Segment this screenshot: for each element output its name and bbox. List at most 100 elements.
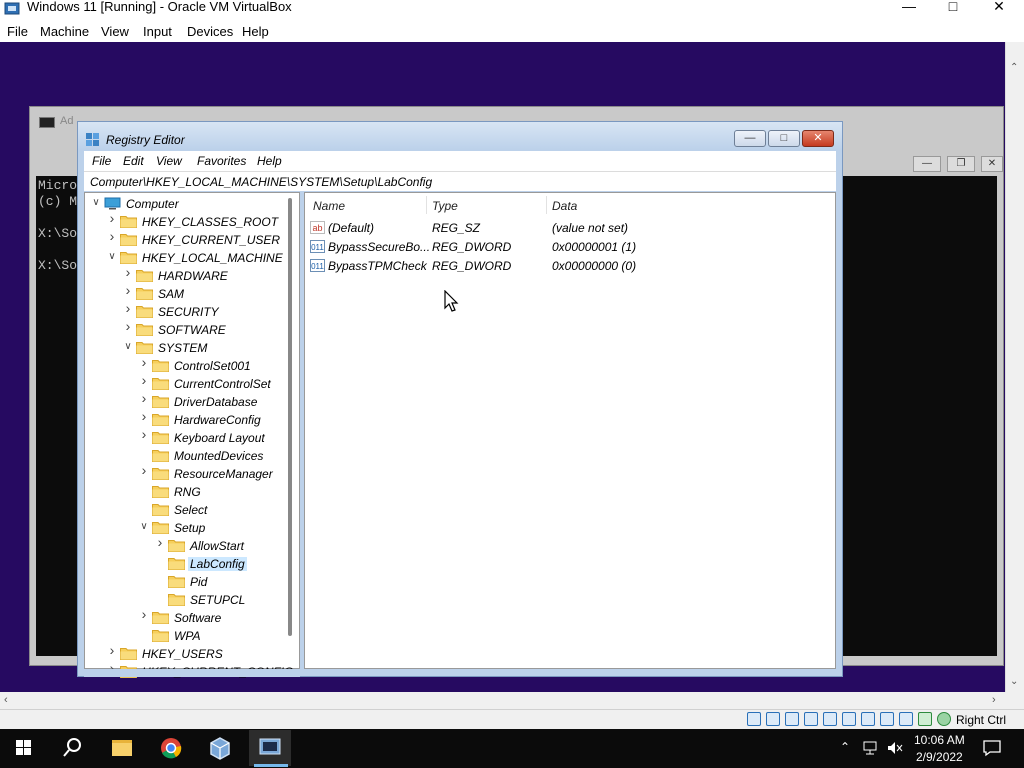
host-key-label: Right Ctrl (956, 713, 1007, 727)
chrome-icon[interactable] (150, 730, 192, 766)
menu-machine[interactable]: Machine (40, 24, 89, 39)
folder-icon (152, 377, 169, 390)
clock-date[interactable]: 2/9/2022 (916, 750, 963, 764)
tree-node-label: Software (174, 611, 222, 625)
network-adapter-icon[interactable] (804, 712, 818, 726)
tree-node[interactable]: ∨ HKEY_LOCAL_MACHINE (107, 249, 327, 267)
menu-help[interactable]: Help (242, 24, 269, 39)
chevron-right-icon[interactable]: › (123, 319, 133, 333)
volume-muted-icon[interactable] (886, 740, 904, 756)
regedit-maximize-button[interactable]: □ (768, 130, 800, 147)
tree-node-label: SYSTEM (158, 341, 208, 355)
menu-devices[interactable]: Devices (187, 24, 233, 39)
column-header-type[interactable]: Type (432, 199, 458, 213)
notification-icon[interactable] (982, 739, 1002, 757)
regedit-menu-help[interactable]: Help (257, 154, 282, 168)
search-icon[interactable] (51, 730, 93, 766)
chevron-down-icon[interactable]: ∨ (91, 198, 101, 208)
regedit-minimize-button[interactable]: — (734, 130, 766, 147)
display-icon[interactable] (861, 712, 875, 726)
chevron-right-icon[interactable]: › (107, 211, 117, 225)
chevron-right-icon[interactable]: › (139, 355, 149, 369)
tree-node-label: HARDWARE (158, 269, 228, 283)
tree-node-label: WPA (174, 629, 201, 643)
minimize-button[interactable]: — (897, 0, 921, 14)
audio-icon[interactable] (785, 712, 799, 726)
tree-node-label: SECURITY (158, 305, 219, 319)
console-maximize-button[interactable]: ❐ (947, 156, 975, 172)
column-divider[interactable] (426, 196, 427, 214)
value-row[interactable]: 011 BypassSecureBo... REG_DWORD 0x00000001 … (310, 238, 830, 256)
optical-drive-icon[interactable] (766, 712, 780, 726)
address-path: Computer\HKEY_LOCAL_MACHINE\SYSTEM\Setup… (90, 175, 433, 189)
clock-time[interactable]: 10:06 AM (914, 733, 965, 747)
menu-view[interactable]: View (101, 24, 129, 39)
console-minimize-button[interactable]: — (913, 156, 941, 172)
horizontal-scrollbar[interactable]: ‹ › (0, 692, 1005, 709)
chevron-right-icon[interactable]: › (139, 373, 149, 387)
value-row[interactable]: ab (Default) REG_SZ (value not set) (310, 219, 830, 237)
usb-icon[interactable] (823, 712, 837, 726)
menu-file[interactable]: File (7, 24, 28, 39)
column-divider[interactable] (546, 196, 547, 214)
chevron-right-icon[interactable]: › (123, 283, 133, 297)
regedit-close-button[interactable]: ✕ (802, 130, 834, 147)
vertical-scrollbar[interactable]: ⌃ ⌄ (1005, 42, 1024, 692)
registry-editor-menubar: File Edit View Favorites Help (84, 151, 836, 171)
value-row[interactable]: 011 BypassTPMCheck REG_DWORD 0x00000000 (0) (310, 257, 830, 275)
show-hidden-icons-icon[interactable]: ⌃ (840, 740, 850, 754)
column-header-data[interactable]: Data (552, 199, 577, 213)
regedit-menu-favorites[interactable]: Favorites (197, 154, 246, 168)
console-icon (39, 117, 55, 128)
shared-folders-icon[interactable] (842, 712, 856, 726)
regedit-menu-view[interactable]: View (156, 154, 182, 168)
address-bar[interactable]: Computer\HKEY_LOCAL_MACHINE\SYSTEM\Setup… (84, 171, 836, 191)
registry-editor-titlebar[interactable] (78, 122, 842, 150)
hard-disk-icon[interactable] (747, 712, 761, 726)
chevron-right-icon[interactable]: › (139, 463, 149, 477)
tree-node-label: HardwareConfig (174, 413, 261, 427)
tree-node[interactable]: › HKEY_USERS (107, 643, 327, 663)
scroll-down-icon[interactable]: ⌄ (1010, 676, 1018, 687)
mouse-integration-icon[interactable] (918, 712, 932, 726)
chevron-right-icon[interactable]: › (155, 535, 165, 549)
scroll-up-icon[interactable]: ⌃ (1010, 62, 1018, 73)
tree-node[interactable]: › HKEY_CLASSES_ROOT (107, 211, 327, 231)
running-vm-taskbar-icon[interactable] (249, 730, 291, 766)
chevron-right-icon[interactable]: › (123, 265, 133, 279)
chevron-down-icon[interactable]: ∨ (107, 252, 117, 262)
computer-icon (104, 197, 121, 210)
folder-icon (136, 341, 153, 354)
file-explorer-icon[interactable] (101, 730, 143, 766)
chevron-right-icon[interactable]: › (139, 427, 149, 441)
scroll-corner (1005, 692, 1024, 709)
network-icon[interactable] (862, 740, 880, 756)
scroll-right-icon[interactable]: › (992, 694, 996, 706)
chevron-right-icon[interactable]: › (139, 391, 149, 405)
tree-node[interactable]: ∨ Computer (91, 195, 311, 213)
regedit-menu-edit[interactable]: Edit (123, 154, 144, 168)
virtualbox-taskbar-icon[interactable] (199, 730, 241, 766)
tree-node[interactable]: › HKEY_CURRENT_USER (107, 229, 327, 249)
tree-scrollbar-thumb[interactable] (288, 198, 292, 636)
regedit-menu-file[interactable]: File (92, 154, 111, 168)
console-close-button[interactable]: ✕ (981, 156, 1003, 172)
chevron-down-icon[interactable]: ∨ (123, 342, 133, 352)
chevron-right-icon[interactable]: › (139, 409, 149, 423)
cpu-icon[interactable] (899, 712, 913, 726)
maximize-button[interactable]: □ (941, 0, 965, 14)
column-header-name[interactable]: Name (313, 199, 345, 213)
chevron-down-icon[interactable]: ∨ (139, 522, 149, 532)
close-button[interactable]: ✕ (987, 0, 1011, 14)
tree-node-label: Select (174, 503, 208, 517)
recording-icon[interactable] (880, 712, 894, 726)
chevron-right-icon[interactable]: › (107, 643, 117, 657)
value-type: REG_DWORD (432, 259, 512, 273)
menu-input[interactable]: Input (143, 24, 172, 39)
scroll-left-icon[interactable]: ‹ (4, 694, 8, 706)
chevron-right-icon[interactable]: › (107, 229, 117, 243)
keyboard-capture-icon[interactable] (937, 712, 951, 726)
start-windows-icon[interactable] (3, 730, 45, 766)
chevron-right-icon[interactable]: › (123, 301, 133, 315)
chevron-right-icon[interactable]: › (139, 607, 149, 621)
